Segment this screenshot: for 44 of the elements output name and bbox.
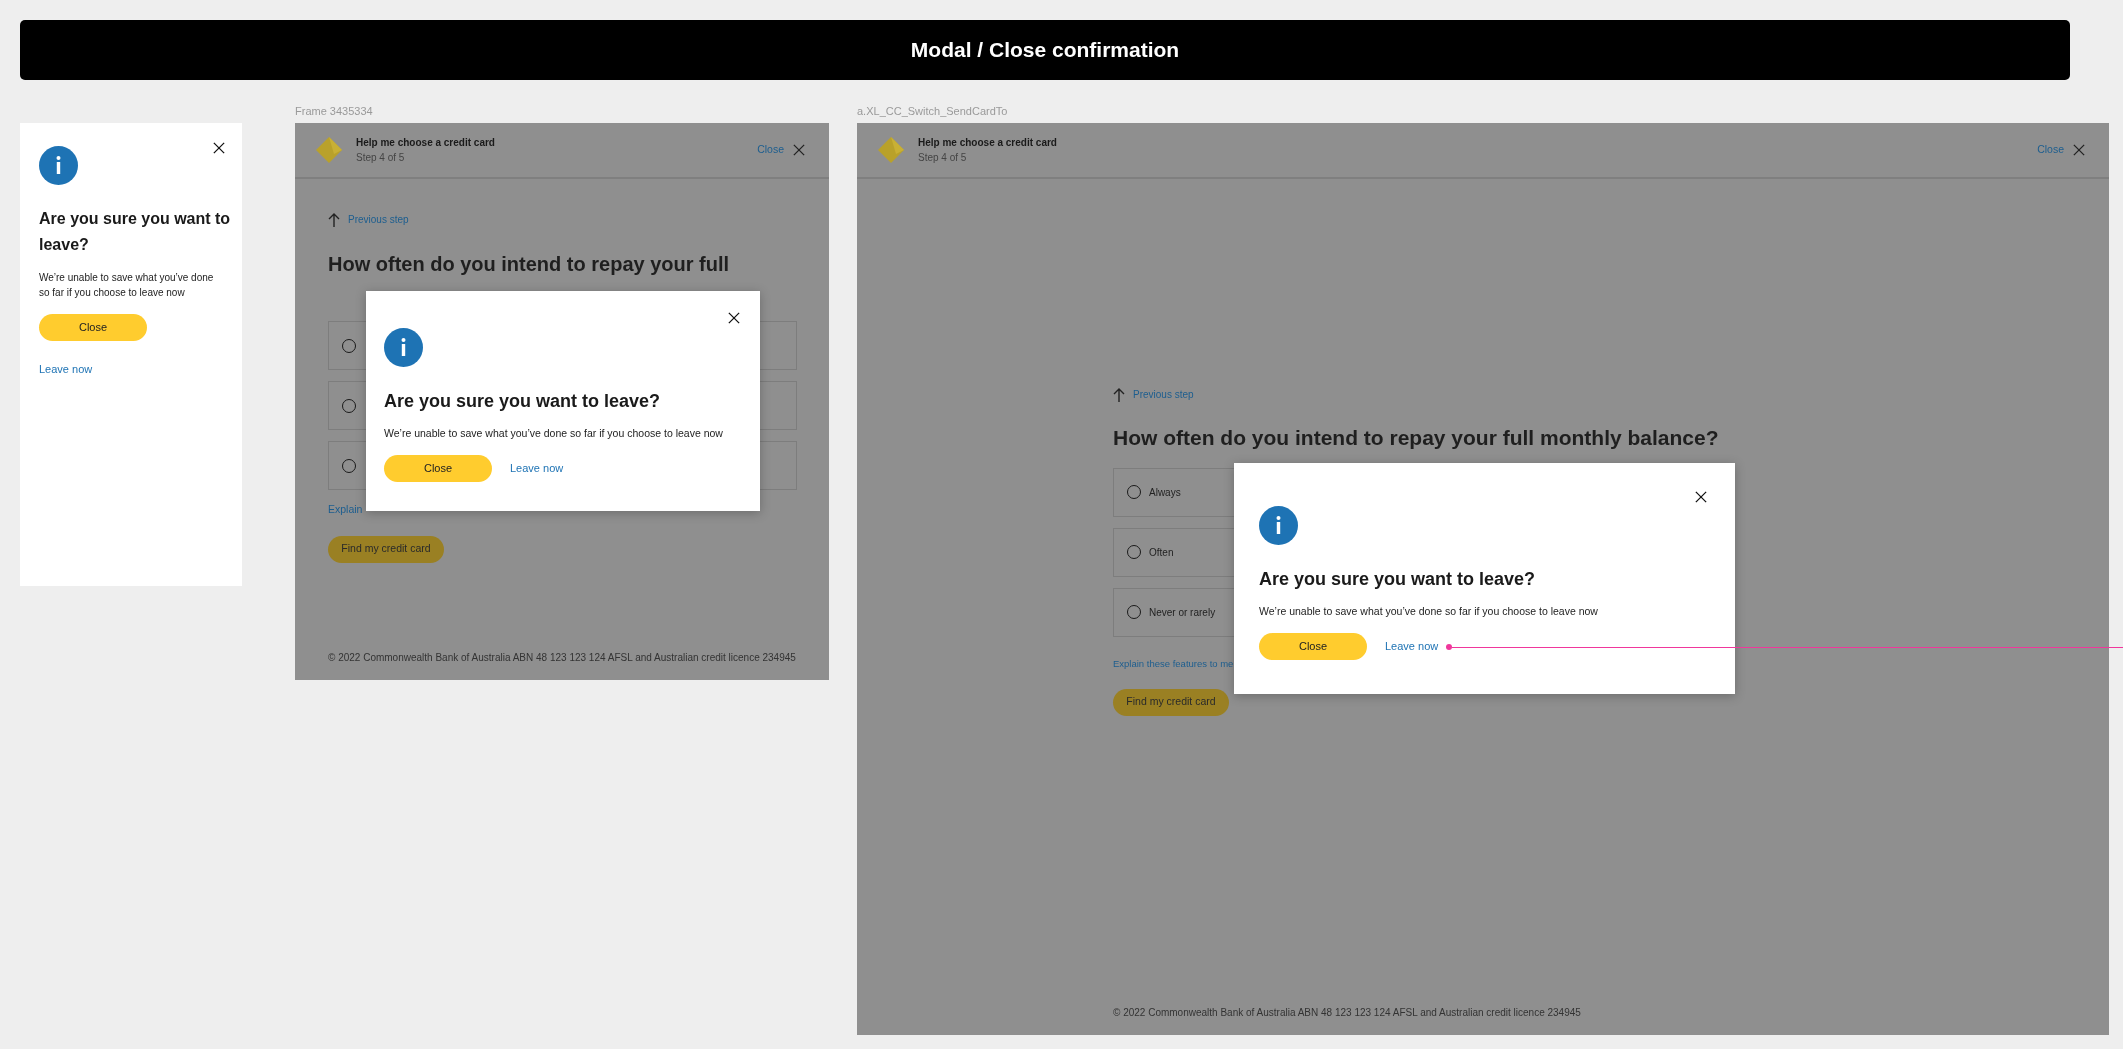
close-link[interactable]: Close: [757, 142, 784, 158]
page-title: Modal / Close confirmation: [910, 37, 1180, 64]
close-button[interactable]: Close: [39, 314, 147, 341]
modal-message: We’re unable to save what you’ve done so far if you choose to leave now: [384, 426, 724, 441]
close-button[interactable]: Close: [384, 454, 492, 482]
leave-now-link[interactable]: Leave now: [39, 361, 93, 378]
previous-step-link[interactable]: Previous step: [1133, 387, 1194, 402]
close-icon[interactable]: [213, 142, 225, 154]
frame-label: Frame 3435334: [295, 106, 374, 119]
info-icon: [1259, 506, 1298, 545]
close-link[interactable]: Close: [2037, 142, 2064, 158]
close-icon[interactable]: [1695, 491, 1707, 503]
header-title: Help me choose a credit card: [918, 136, 1057, 150]
explain-link[interactable]: Explain: [328, 502, 363, 518]
header-title: Help me choose a credit card: [356, 136, 495, 150]
info-icon: [39, 146, 78, 185]
modal-title: Are you sure you want to leave?: [39, 209, 232, 255]
find-card-button[interactable]: Find my credit card: [328, 535, 444, 563]
leave-now-link[interactable]: Leave now: [510, 460, 564, 477]
modal-title: Are you sure you want to leave?: [384, 390, 662, 413]
step-indicator: Step 4 of 5: [356, 151, 406, 165]
up-arrow-icon: [328, 212, 340, 227]
option-label: Never or rarely: [1149, 605, 1216, 620]
info-icon: [384, 328, 423, 367]
logo-icon: [315, 136, 343, 164]
close-icon[interactable]: [728, 312, 740, 324]
close-button[interactable]: Close: [1259, 632, 1367, 660]
previous-step-link[interactable]: Previous step: [348, 212, 409, 227]
modal-title: Are you sure you want to leave?: [1259, 568, 1537, 591]
step-indicator: Step 4 of 5: [918, 151, 968, 165]
leave-now-link[interactable]: Leave now: [1385, 638, 1439, 655]
footer-text: © 2022 Commonwealth Bank of Australia ABN 48 123 123 124 AFSL and Australian credit licence 234945: [328, 652, 796, 663]
logo-icon: [877, 136, 905, 164]
frame-label: a.XL_CC_Switch_SendCardTo: [857, 106, 1009, 119]
modal-message: We’re unable to save what you’ve done so far if you choose to leave now: [1259, 604, 1599, 619]
find-card-button[interactable]: Find my credit card: [1113, 688, 1229, 716]
up-arrow-icon: [1113, 387, 1125, 402]
footer-text: © 2022 Commonwealth Bank of Australia ABN 48 123 123 124 AFSL and Australian credit licence 234945: [1113, 1007, 1581, 1018]
question-heading: How often do you intend to repay your full: [328, 252, 731, 277]
option-label: Always: [1149, 485, 1181, 500]
modal-message: We’re unable to save what you’ve done so far if you choose to leave now: [39, 271, 215, 300]
question-heading: How often do you intend to repay your full monthly balance?: [1113, 425, 1720, 451]
option-label: Often: [1149, 545, 1174, 560]
explain-link[interactable]: Explain these features to me: [1113, 656, 1234, 671]
